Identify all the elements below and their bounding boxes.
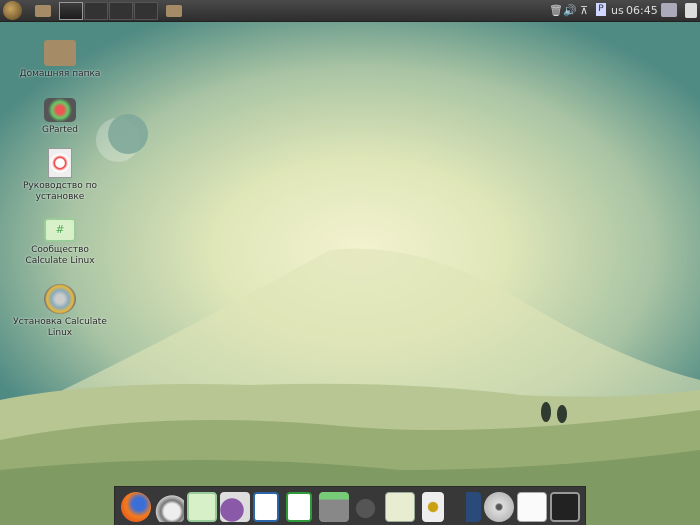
desktop-icon-home[interactable]: Домашняя папка bbox=[10, 40, 110, 80]
volume-icon[interactable]: 🔊 bbox=[563, 3, 577, 18]
workspace-3[interactable] bbox=[109, 2, 133, 20]
home-folder-launcher-icon[interactable] bbox=[35, 5, 51, 17]
workspace-1[interactable] bbox=[59, 2, 83, 20]
desktop-icon-community[interactable]: # Сообщество Calculate Linux bbox=[10, 218, 110, 267]
workspace-2[interactable] bbox=[84, 2, 108, 20]
dock bbox=[114, 486, 586, 525]
application-menu-icon[interactable] bbox=[3, 1, 22, 20]
workspace-4[interactable] bbox=[134, 2, 158, 20]
desktop-icon-gparted[interactable]: GParted bbox=[10, 98, 110, 136]
help-lifebuoy-icon bbox=[48, 148, 72, 178]
gimp-icon[interactable] bbox=[352, 492, 382, 522]
network-icon[interactable]: ⊼ bbox=[580, 3, 588, 18]
mail-clock-icon[interactable] bbox=[154, 492, 184, 522]
terminal-icon[interactable] bbox=[550, 492, 580, 522]
image-viewer-icon[interactable] bbox=[385, 492, 415, 522]
gparted-icon bbox=[44, 98, 76, 122]
clipboard-icon[interactable]: P bbox=[596, 3, 606, 16]
trash-icon[interactable]: 🗑 bbox=[549, 3, 563, 18]
desktop-icon-install[interactable]: Установка Calculate Linux bbox=[10, 284, 110, 339]
sound-mixer-icon[interactable] bbox=[451, 492, 481, 522]
calc-spreadsheet-icon[interactable] bbox=[286, 492, 312, 522]
display-icon[interactable] bbox=[661, 3, 677, 17]
keyboard-layout[interactable]: us bbox=[611, 3, 624, 18]
home-folder-icon bbox=[44, 40, 76, 66]
audio-player-icon[interactable] bbox=[422, 492, 444, 522]
folder-launcher-icon[interactable] bbox=[166, 5, 182, 17]
text-editor-icon[interactable] bbox=[517, 492, 547, 522]
install-disc-icon bbox=[44, 284, 76, 314]
clock[interactable]: 06:45 bbox=[626, 3, 658, 18]
firefox-icon[interactable] bbox=[121, 492, 151, 522]
chat-icon[interactable] bbox=[187, 492, 217, 522]
writer-icon[interactable] bbox=[253, 492, 279, 522]
disc-burner-icon[interactable] bbox=[484, 492, 514, 522]
pidgin-icon[interactable] bbox=[220, 492, 250, 522]
top-panel: 🗑 🔊 ⊼ P us 06:45 bbox=[0, 0, 700, 22]
calculator-icon[interactable] bbox=[319, 492, 349, 522]
desktop-icon-install-guide[interactable]: Руководство по установке bbox=[10, 148, 110, 203]
chat-hashtag-icon: # bbox=[44, 218, 76, 242]
show-desktop-icon[interactable] bbox=[685, 3, 697, 18]
